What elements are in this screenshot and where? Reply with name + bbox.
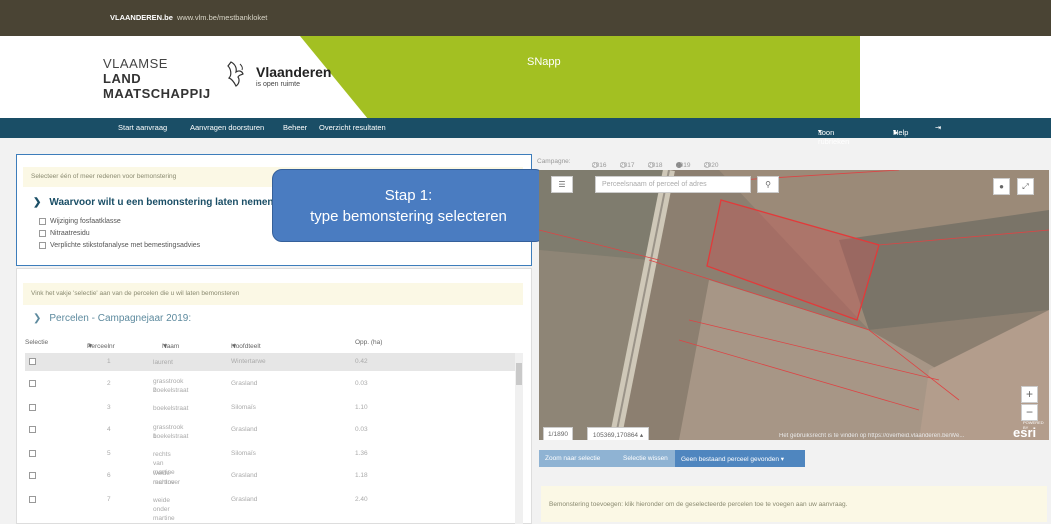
perceelnr: 6 (107, 472, 111, 479)
oppervlakte: 0.03 (355, 380, 368, 387)
map-panel: Campagne: 2016 2017 2018 2019 2020 ☰ Per… (537, 154, 1051, 524)
hoofdteelt: Wintertarwe (231, 358, 266, 365)
app-name: SNapp (527, 56, 561, 68)
fullscreen-icon[interactable]: ⤢ (1017, 178, 1034, 195)
oppervlakte: 1.18 (355, 472, 368, 479)
hoofdteelt: Silomaïs (231, 450, 256, 457)
caret-down-icon: ▾ (818, 129, 822, 135)
search-icon[interactable]: ⚲ (757, 176, 779, 193)
map-attribution: Het gebruiksrecht is te vinden op https:… (779, 433, 965, 439)
filter-icon[interactable]: ▼ (162, 343, 168, 350)
checkbox[interactable] (29, 450, 36, 457)
aerial-image (539, 170, 1049, 440)
filter-icon[interactable]: ▼ (231, 343, 237, 350)
caret-down-icon: ▾ (893, 129, 897, 135)
checkbox[interactable] (39, 218, 46, 225)
perceelnr: 7 (107, 496, 111, 503)
oppervlakte: 0.03 (355, 426, 368, 433)
map-view[interactable]: ☰ Perceelsnaam of perceel of adres ⚲ ● ⤢… (539, 170, 1049, 440)
table-row[interactable]: 1 laurent Wintertarwe 0.42 (25, 353, 515, 371)
map-coords[interactable]: 105369,170864 ▴ (587, 427, 649, 440)
caret-down-icon: ▾ (780, 456, 785, 463)
logout-icon[interactable]: ⇥ (935, 123, 941, 132)
option-nitraatresidu[interactable]: Nitraatresidu (39, 230, 90, 237)
hoofdteelt: Grasland (231, 426, 258, 433)
zoom-out-button[interactable]: − (1021, 404, 1038, 421)
hoofdteelt: Grasland (231, 496, 258, 503)
esri-logo: esri (1013, 425, 1037, 440)
checkbox[interactable] (39, 230, 46, 237)
option-fosfaatklasse[interactable]: Wijziging fosfaatklasse (39, 218, 121, 225)
oppervlakte: 0.42 (355, 358, 368, 365)
table-row[interactable]: 5 rechts van martine Silomaïs 1.36 (25, 445, 515, 476)
campaign-selector: Campagne: 2016 2017 2018 2019 2020 (537, 158, 719, 169)
table-row[interactable]: 3 boekelstraat Silomaïs 1.10 (25, 399, 515, 419)
no-parcel-found-dropdown[interactable]: Geen bestaand perceel gevonden ▾ (675, 450, 805, 467)
perceelnr: 1 (107, 358, 111, 365)
zoom-in-button[interactable]: + (1021, 386, 1038, 403)
map-search-input[interactable]: Perceelsnaam of perceel of adres (595, 176, 751, 193)
checkbox[interactable] (29, 496, 36, 503)
table-header: Selectie Perceelnr ▼ Naam ▼ Hoofdteelt ▼… (25, 339, 383, 350)
table-scrollbar[interactable] (515, 353, 523, 524)
header: SNapp VLAAMSE LAND MAATSCHAPPIJ Vlaander… (0, 36, 1051, 118)
scroll-thumb[interactable] (516, 363, 522, 385)
site-link[interactable]: VLAANDEREN.be www.vlm.be/mestbankloket (110, 13, 267, 22)
hoofdteelt: Grasland (231, 472, 258, 479)
perceelnr: 5 (107, 450, 111, 457)
top-strip: VLAANDEREN.be www.vlm.be/mestbankloket (0, 0, 1051, 36)
reden-question[interactable]: ❯ Waarvoor wilt u een bemonstering laten … (33, 197, 280, 208)
caret-down-icon: ▴ (639, 432, 644, 439)
vlm-logo[interactable]: VLAAMSE LAND MAATSCHAPPIJ (103, 56, 211, 101)
oppervlakte: 1.36 (355, 450, 368, 457)
green-banner (300, 36, 860, 118)
hoofdteelt: Grasland (231, 380, 258, 387)
zoom-to-selection-button[interactable]: Zoom naar selectie (539, 450, 617, 467)
checkbox[interactable] (29, 404, 36, 411)
oppervlakte: 1.10 (355, 404, 368, 411)
filter-icon[interactable]: ▼ (87, 343, 93, 350)
oppervlakte: 2.40 (355, 496, 368, 503)
perceelnr: 3 (107, 404, 111, 411)
lion-icon (227, 61, 244, 87)
option-stikstofanalyse[interactable]: Verplichte stikstofanalyse met bemesting… (39, 242, 200, 249)
nav-start-aanvraag[interactable]: Start aanvraag (118, 123, 167, 132)
table-row[interactable]: 6 weide rechtover martine Grasland 1.18 (25, 467, 515, 489)
checkbox[interactable] (39, 242, 46, 249)
map-scale: 1/1890 (543, 427, 573, 440)
nav-beheer[interactable]: Beheer (283, 123, 307, 132)
add-sampling-note: Bemonstering toevoegen: klik hieronder o… (541, 486, 1047, 522)
perceelnr: 4 (107, 426, 111, 433)
percelen-box: Vink het vakje 'selectie' aan van de per… (16, 268, 532, 524)
table-row[interactable]: 7 weide onder martine Grasland 2.40 (25, 491, 515, 522)
nav-aanvragen-doorsturen[interactable]: Aanvragen doorsturen (190, 123, 264, 132)
table-row[interactable]: 2 grasstrook 2 boekelstraat Grasland 0.03 (25, 375, 515, 397)
step-callout: Stap 1: type bemonstering selecteren (272, 169, 545, 242)
percelen-title[interactable]: ❯ Percelen - Campagnejaar 2019: (33, 313, 191, 324)
table-row[interactable]: 4 grasstrook 1 boekelstraat Grasland 0.03 (25, 421, 515, 443)
vlaanderen-logo[interactable]: Vlaanderen is open ruimte (256, 64, 331, 88)
perceelnr: 2 (107, 380, 111, 387)
layers-list-icon[interactable]: ☰ (551, 176, 573, 193)
chevron-down-icon: ❯ (33, 313, 42, 324)
checkbox[interactable] (29, 358, 36, 365)
main-nav: Start aanvraag Aanvragen doorsturen Behe… (0, 118, 1051, 146)
percelen-hint: Vink het vakje 'selectie' aan van de per… (23, 283, 523, 305)
nav-overzicht-resultaten[interactable]: Overzicht resultaten (319, 123, 386, 132)
checkbox[interactable] (29, 472, 36, 479)
checkbox[interactable] (29, 426, 36, 433)
hoofdteelt: Silomaïs (231, 404, 256, 411)
checkbox[interactable] (29, 380, 36, 387)
location-pin-icon[interactable]: ● (993, 178, 1010, 195)
clear-selection-button[interactable]: Selectie wissen (617, 450, 675, 467)
chevron-down-icon: ❯ (33, 197, 42, 208)
